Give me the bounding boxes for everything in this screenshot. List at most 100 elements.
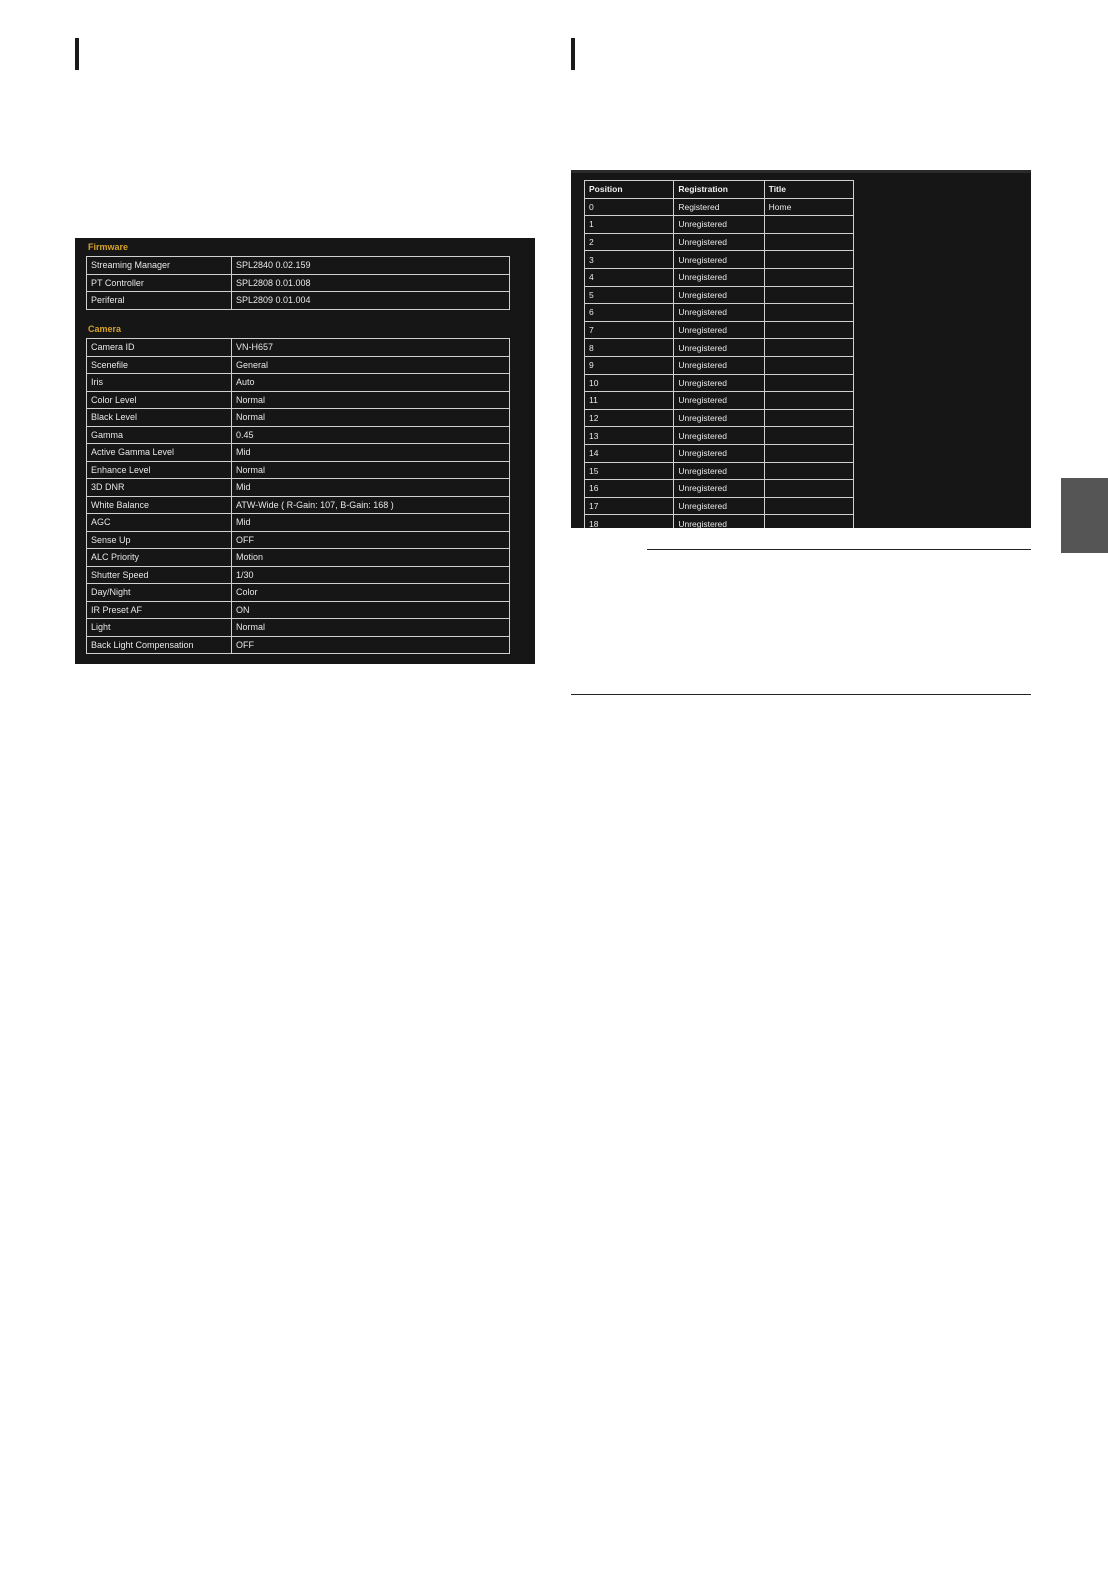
setting-label: Light [86,618,232,637]
setting-label: Iris [86,373,232,392]
setting-value: Normal [231,408,510,427]
preset-row[interactable]: 13 Unregistered [583,426,855,445]
preset-title-cell [763,479,855,498]
setting-label: 3D DNR [86,478,232,497]
firmware-row: Periferal SPL2809 0.01.004 [86,291,510,310]
setting-value: SPL2808 0.01.008 [231,273,510,292]
preset-row[interactable]: 9 Unregistered [583,355,855,375]
setting-value: General [231,355,510,374]
left-heading-marker [75,38,79,70]
preset-position-cell: 17 [583,496,675,516]
preset-registration-cell: Unregistered [673,250,765,269]
camera-setting-row: Black Level Normal [86,408,510,427]
setting-label: Scenefile [86,355,232,374]
setting-label: Day/Night [86,583,232,602]
preset-position-cell: 5 [583,285,675,305]
preset-row[interactable]: 7 Unregistered [583,320,855,340]
preset-title-cell: Home [763,197,855,217]
right-heading-marker [571,38,575,70]
camera-setting-row: White Balance ATW-Wide ( R-Gain: 107, B-G… [86,495,510,514]
preset-position-table: Position Registration Title 0 Registered H… [583,180,855,528]
setting-value: 1/30 [231,565,510,584]
preset-title-cell [763,303,855,322]
preset-row[interactable]: 2 Unregistered [583,232,855,252]
preset-registration-cell: Unregistered [673,461,765,481]
setting-label: Back Light Compensation [86,635,232,654]
setting-value: Mid [231,513,510,532]
preset-registration-cell: Unregistered [673,408,765,428]
preset-title-cell [763,443,855,463]
firmware-row: PT Controller SPL2808 0.01.008 [86,273,510,292]
preset-title-cell [763,338,855,357]
preset-row[interactable]: 6 Unregistered [583,303,855,322]
firmware-table: Streaming Manager SPL2840 0.02.159 PT Cont… [86,256,510,310]
preset-title-cell [763,461,855,481]
preset-row[interactable]: 5 Unregistered [583,285,855,305]
camera-setting-row: Enhance Level Normal [86,460,510,479]
preset-row[interactable]: 18 Unregistered [583,514,855,528]
camera-status-panel: Firmware Streaming Manager SPL2840 0.02.1… [75,238,535,664]
setting-label: Camera ID [86,338,232,357]
preset-position-panel: Position Registration Title 0 Registered H… [571,170,1031,528]
setting-value: Color [231,583,510,602]
preset-registration-cell: Unregistered [673,443,765,463]
preset-row[interactable]: 0 Registered Home [583,197,855,217]
camera-setting-row: ALC Priority Motion [86,548,510,567]
preset-title-cell [763,320,855,340]
preset-row[interactable]: 12 Unregistered [583,408,855,428]
setting-label: Streaming Manager [86,256,232,275]
preset-title-cell [763,355,855,375]
preset-registration-cell: Registered [673,197,765,217]
setting-label: Enhance Level [86,460,232,479]
preset-position-cell: 18 [583,514,675,528]
preset-row[interactable]: 10 Unregistered [583,373,855,393]
setting-value: OFF [231,635,510,654]
preset-position-cell: 15 [583,461,675,481]
chapter-side-tab [1061,478,1108,553]
preset-title-cell [763,426,855,445]
preset-position-cell: 4 [583,267,675,287]
setting-label: AGC [86,513,232,532]
setting-value: ATW-Wide ( R-Gain: 107, B-Gain: 168 ) [231,495,510,514]
preset-row[interactable]: 17 Unregistered [583,496,855,516]
preset-title-cell [763,496,855,516]
setting-label: White Balance [86,495,232,514]
preset-row[interactable]: 16 Unregistered [583,479,855,498]
setting-value: Auto [231,373,510,392]
preset-position-cell: 14 [583,443,675,463]
preset-position-cell: 8 [583,338,675,357]
preset-position-cell: 11 [583,391,675,410]
preset-row[interactable]: 4 Unregistered [583,267,855,287]
firmware-section-title: Firmware [88,242,129,252]
preset-registration-cell: Unregistered [673,355,765,375]
preset-registration-cell: Unregistered [673,479,765,498]
setting-label: ALC Priority [86,548,232,567]
camera-setting-row: 3D DNR Mid [86,478,510,497]
preset-title-cell [763,215,855,234]
preset-position-cell: 1 [583,215,675,234]
preset-title-cell [763,250,855,269]
setting-label: Gamma [86,425,232,444]
camera-setting-row: Back Light Compensation OFF [86,635,510,654]
preset-row[interactable]: 11 Unregistered [583,391,855,410]
preset-row[interactable]: 8 Unregistered [583,338,855,357]
preset-registration-cell: Unregistered [673,338,765,357]
preset-title-cell [763,373,855,393]
preset-registration-cell: Unregistered [673,232,765,252]
setting-label: Color Level [86,390,232,409]
preset-row[interactable]: 1 Unregistered [583,215,855,234]
preset-row[interactable]: 14 Unregistered [583,443,855,463]
preset-position-cell: 6 [583,303,675,322]
preset-position-cell: 13 [583,426,675,445]
title-column-header: Title [763,180,855,199]
preset-title-cell [763,514,855,528]
camera-setting-row: Gamma 0.45 [86,425,510,444]
preset-row[interactable]: 3 Unregistered [583,250,855,269]
registration-column-header: Registration [673,180,765,199]
preset-registration-cell: Unregistered [673,373,765,393]
setting-value: Mid [231,443,510,462]
note-divider-bottom [571,694,1031,695]
preset-title-cell [763,408,855,428]
preset-position-cell: 0 [583,197,675,217]
preset-row[interactable]: 15 Unregistered [583,461,855,481]
